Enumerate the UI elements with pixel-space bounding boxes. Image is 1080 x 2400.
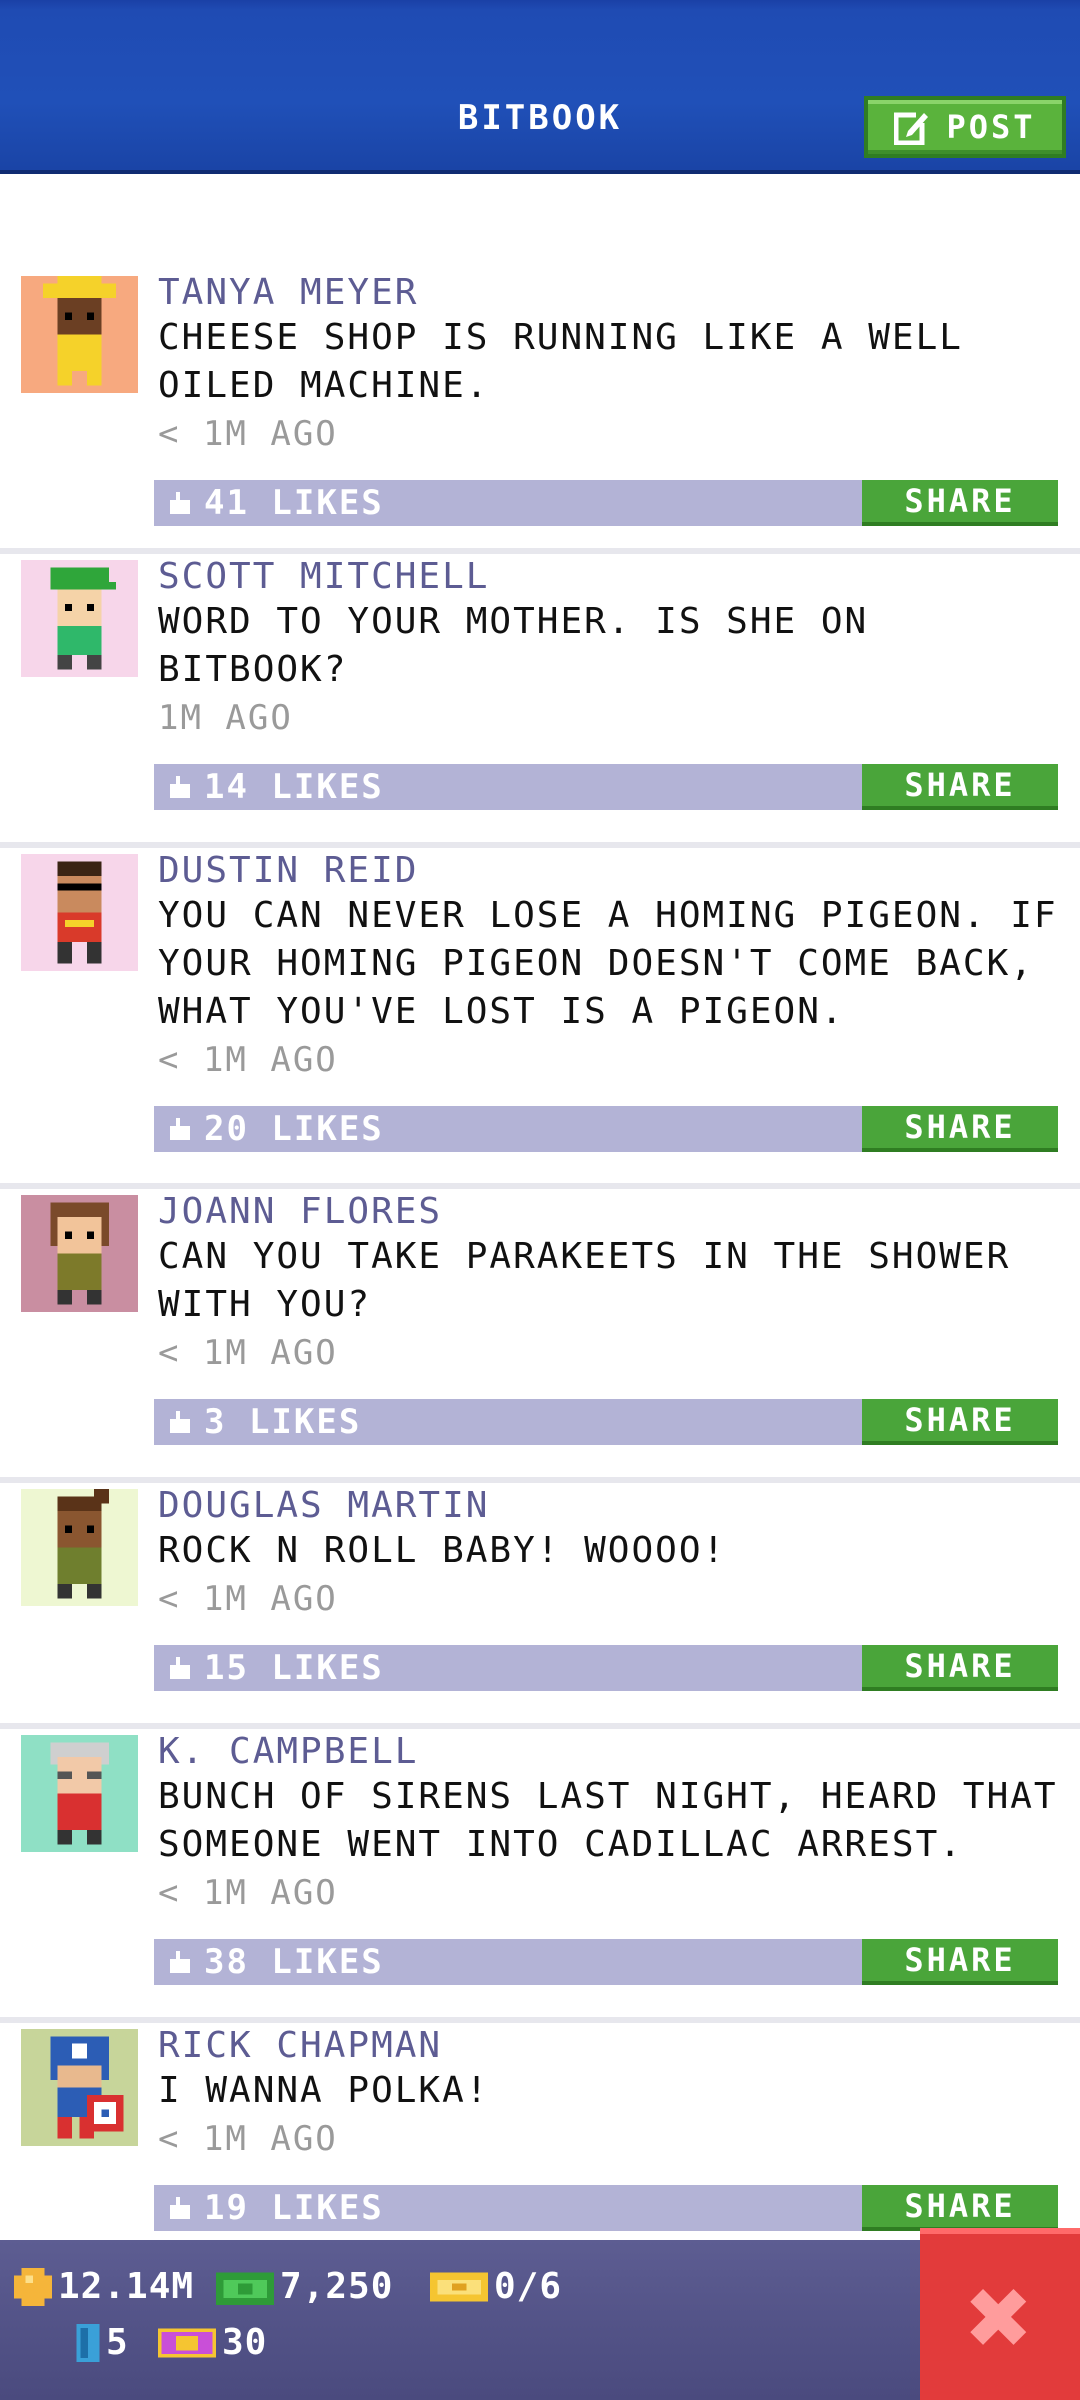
post-author[interactable]: DOUGLAS MARTIN [158,1483,489,1529]
feed-post: K. CAMPBELL BUNCH OF SIRENS LAST NIGHT, … [0,1729,1080,2023]
post-author[interactable]: TANYA MEYER [158,270,418,316]
post-text: CHEESE SHOP IS RUNNING LIKE A WELL OILED… [158,317,963,406]
close-icon: ✖ [966,2253,1034,2381]
elevator-icon [76,2323,100,2362]
like-bar: 20 LIKES SHARE [154,1106,1058,1152]
like-bar: 14 LIKES SHARE [154,764,1058,810]
feed-post: RICK CHAPMAN I WANNA POLKA! < 1M AGO 19 … [0,2023,1080,2269]
coins-stat: 12.14M [14,2266,194,2307]
post-time: < 1M AGO [158,414,338,454]
status-bar: 12.14M 7,250 0/6 5 30 [0,2240,1080,2400]
tickets-stat: 0/6 [430,2266,562,2307]
avatar [21,1195,138,1312]
app-header: BITBOOK POST [0,0,1080,174]
like-bar: 15 LIKES SHARE [154,1645,1058,1691]
post-text: CAN YOU TAKE PARAKEETS IN THE SHOWER WIT… [158,1236,1011,1325]
feed-post: DUSTIN REID YOU CAN NEVER LOSE A HOMING … [0,848,1080,1189]
likes-count[interactable]: 19 LIKES [204,2185,384,2231]
share-button[interactable]: SHARE [862,764,1058,810]
post-time: < 1M AGO [158,2119,338,2159]
share-button[interactable]: SHARE [862,1106,1058,1152]
tickets-value: 0/6 [494,2266,563,2307]
like-bar: 41 LIKES SHARE [154,480,1058,526]
vip-value: 30 [222,2322,268,2363]
post-text: BUNCH OF SIRENS LAST NIGHT, HEARD THAT S… [158,1776,1058,1865]
avatar [21,2029,138,2146]
share-button[interactable]: SHARE [862,1645,1058,1691]
post-time: 1M AGO [158,698,293,738]
like-bar: 19 LIKES SHARE [154,2185,1058,2231]
feed-post: JOANN FLORES CAN YOU TAKE PARAKEETS IN T… [0,1189,1080,1483]
thumbs-up-icon [170,1411,190,1433]
post-author[interactable]: JOANN FLORES [158,1189,442,1235]
ticket-icon [430,2272,488,2301]
vip-icon [158,2328,216,2357]
post-button-label: POST [946,108,1036,146]
share-button[interactable]: SHARE [862,2185,1058,2231]
avatar [21,276,138,393]
thumbs-up-icon [170,1951,190,1973]
coin-icon [14,2267,52,2306]
news-feed[interactable]: TANYA MEYER CHEESE SHOP IS RUNNING LIKE … [0,270,1080,2269]
thumbs-up-icon [170,1657,190,1679]
likes-count[interactable]: 38 LIKES [204,1939,384,1985]
like-bar: 3 LIKES SHARE [154,1399,1058,1445]
post-time: < 1M AGO [158,1333,338,1373]
coins-value: 12.14M [58,2266,195,2307]
post-author[interactable]: SCOTT MITCHELL [158,554,489,600]
share-button[interactable]: SHARE [862,1399,1058,1445]
post-button[interactable]: POST [864,96,1066,158]
like-bar: 38 LIKES SHARE [154,1939,1058,1985]
thumbs-up-icon [170,1118,190,1140]
post-time: < 1M AGO [158,1040,338,1080]
feed-post: TANYA MEYER CHEESE SHOP IS RUNNING LIKE … [0,270,1080,554]
share-button[interactable]: SHARE [862,480,1058,526]
avatar [21,854,138,971]
feed-post: SCOTT MITCHELL WORD TO YOUR MOTHER. IS S… [0,554,1080,848]
post-time: < 1M AGO [158,1579,338,1619]
avatar [21,560,138,677]
post-author[interactable]: DUSTIN REID [158,848,418,894]
likes-count[interactable]: 20 LIKES [204,1106,384,1152]
likes-count[interactable]: 15 LIKES [204,1645,384,1691]
feed-post: DOUGLAS MARTIN ROCK N ROLL BABY! WOOOO! … [0,1483,1080,1729]
bux-icon [216,2272,274,2305]
post-text: WORD TO YOUR MOTHER. IS SHE ON BITBOOK? [158,601,869,690]
edit-icon [894,109,931,145]
thumbs-up-icon [170,776,190,798]
thumbs-up-icon [170,492,190,514]
post-author[interactable]: K. CAMPBELL [158,1729,418,1775]
bux-value: 7,250 [280,2266,394,2307]
level-value: 5 [106,2322,129,2363]
level-stat: 5 [76,2322,129,2363]
post-author[interactable]: RICK CHAPMAN [158,2023,442,2069]
avatar [21,1735,138,1852]
likes-count[interactable]: 14 LIKES [204,764,384,810]
avatar [21,1489,138,1606]
likes-count[interactable]: 41 LIKES [204,480,384,526]
post-text: YOU CAN NEVER LOSE A HOMING PIGEON. IF Y… [158,895,1058,1032]
close-button[interactable]: ✖ [920,2228,1080,2400]
bux-stat: 7,250 [216,2266,393,2307]
thumbs-up-icon [170,2197,190,2219]
share-button[interactable]: SHARE [862,1939,1058,1985]
likes-count[interactable]: 3 LIKES [204,1399,361,1445]
post-text: ROCK N ROLL BABY! WOOOO! [158,1530,727,1571]
post-text: I WANNA POLKA! [158,2070,490,2111]
post-time: < 1M AGO [158,1873,338,1913]
vip-stat: 30 [158,2322,267,2363]
